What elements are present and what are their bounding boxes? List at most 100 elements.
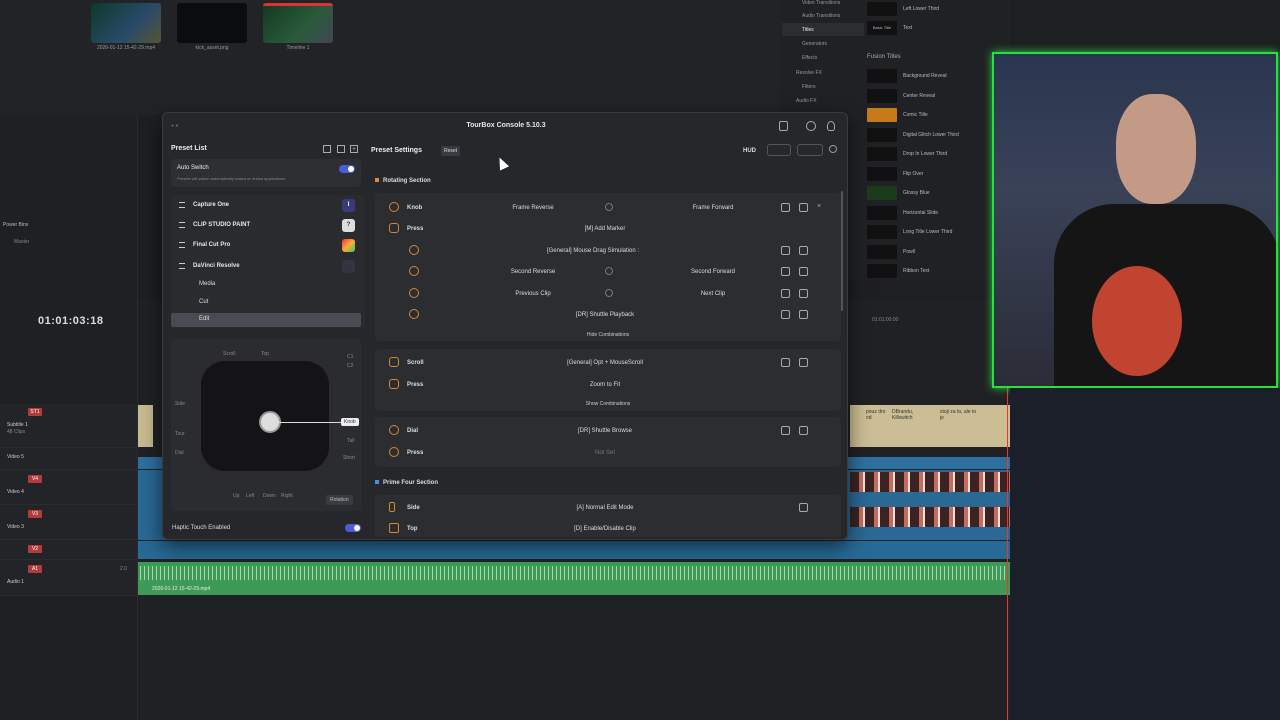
fusion-title-item[interactable]: Background Reveal [867, 67, 982, 84]
timecode-display: 01:01:03:18 [38, 315, 104, 327]
sub-preset-edit-selected[interactable]: Edit [171, 313, 361, 327]
fusion-title-item[interactable]: Powll [867, 243, 982, 260]
person-head [1116, 94, 1196, 204]
clip-thumbnail[interactable] [177, 3, 247, 43]
title-preview-swatch [867, 205, 897, 220]
side-row[interactable]: Side [A] Normal Edit Mode [383, 498, 845, 518]
hud-action-icon[interactable] [799, 267, 808, 276]
fusion-title-item[interactable]: Glossy Blue [867, 184, 982, 201]
hud-action-icon[interactable] [799, 358, 808, 367]
edit-action-icon[interactable] [781, 203, 790, 212]
reset-button[interactable]: Reset [441, 146, 461, 156]
subtitle-clip[interactable]: pouz dro od [866, 409, 888, 421]
knob-group: Knob Frame Reverse Frame Forward × Press… [375, 193, 841, 341]
preset-capture-one[interactable]: Capture One I [171, 197, 361, 215]
user-icon[interactable] [779, 121, 788, 131]
combo-icon [409, 245, 419, 255]
rotation-button[interactable]: Rotation [326, 495, 353, 505]
scroll-press-row[interactable]: Press Zoom to Fit [383, 375, 845, 395]
fx-item[interactable]: Basic Title Text [867, 19, 982, 36]
track-header-subtitle: ST1 Subtitle 1 48 Clips [0, 404, 137, 448]
dial-press-row[interactable]: Press Not Set [383, 443, 845, 463]
fx-item[interactable]: Left Lower Third [867, 0, 982, 17]
hud-action-icon[interactable] [799, 503, 808, 512]
title-preview-swatch [867, 225, 897, 239]
fusion-title-item[interactable]: Flip Over [867, 165, 982, 182]
hud-action-icon[interactable] [799, 289, 808, 298]
preset-settings-title: Preset Settings [371, 147, 422, 154]
top-row[interactable]: Top [D] Enable/Disable Clip [383, 519, 845, 539]
subtitle-clip[interactable]: stoji za to, ale to je [940, 409, 980, 421]
fusion-title-item[interactable]: Ribbon Text [867, 262, 982, 279]
knob-press-row[interactable]: Press [M] Add Marker [383, 219, 845, 239]
settings-icon[interactable] [806, 121, 816, 131]
edit-action-icon[interactable] [781, 426, 790, 435]
add-preset-icon[interactable]: + [350, 145, 358, 153]
hud-toggle-1[interactable] [767, 144, 791, 156]
fusion-title-item[interactable]: Long Title Lower Third [867, 223, 982, 240]
fusion-title-item[interactable]: Comic Title [867, 106, 982, 123]
knob-highlight[interactable] [259, 411, 281, 433]
knob-pointer-line [279, 422, 343, 423]
fx-nav-effects[interactable]: Effects [802, 55, 817, 61]
fx-nav-video-transitions[interactable]: Video Transitions [802, 0, 840, 6]
combo-row-clip[interactable]: Previous Clip Next Clip [383, 284, 845, 304]
preset-final-cut-pro[interactable]: Final Cut Pro [171, 237, 361, 255]
close-icon[interactable]: × [817, 203, 821, 210]
fx-nav-audio-fx[interactable]: Audio FX [796, 98, 817, 104]
fx-nav-filters[interactable]: Filters [802, 84, 816, 90]
video2-clip[interactable] [138, 541, 1010, 559]
scroll-row[interactable]: Scroll [General] Opt + MouseScroll [383, 353, 845, 373]
edit-action-icon[interactable] [781, 267, 790, 276]
help-icon[interactable] [829, 145, 837, 153]
track-badge[interactable]: V2 [28, 545, 42, 553]
fx-nav-generators[interactable]: Generators [802, 41, 827, 47]
edit-action-icon[interactable] [781, 310, 790, 319]
haptic-toggle[interactable] [345, 524, 361, 532]
edit-icon[interactable] [337, 145, 345, 153]
combo-row-shuttle[interactable]: [DR] Shuttle Playback [383, 305, 845, 325]
preset-davinci-resolve[interactable]: DaVinci Resolve [171, 258, 361, 276]
final-cut-app-icon [342, 239, 355, 252]
track-badge[interactable]: V4 [28, 475, 42, 483]
preset-settings-panel: Preset Settings Reset HUD Rotating Secti… [369, 141, 843, 537]
edit-action-icon[interactable] [781, 289, 790, 298]
scrollbar[interactable] [841, 191, 843, 311]
hud-toggle-2[interactable] [797, 144, 823, 156]
combo-row-drag[interactable]: [General] Mouse Drag Simulation : [383, 241, 845, 261]
dial-row[interactable]: Dial [DR] Shuttle Browse [383, 421, 845, 441]
title-preview-swatch [867, 147, 897, 161]
clip-thumbnail[interactable] [91, 3, 161, 43]
auto-switch-toggle[interactable] [339, 165, 355, 173]
edit-action-icon[interactable] [781, 358, 790, 367]
fx-nav-resolve-fx[interactable]: Resolve FX [796, 70, 822, 76]
hud-action-icon[interactable] [799, 310, 808, 319]
combo-row-second[interactable]: Second Reverse Second Forward [383, 262, 845, 282]
show-combinations-link[interactable]: Show Combinations [375, 401, 841, 407]
fusion-title-item[interactable]: Center Reveal [867, 87, 982, 104]
lightbulb-icon[interactable] [827, 121, 835, 131]
export-icon[interactable] [323, 145, 331, 153]
timeline-thumbnail[interactable] [263, 3, 333, 43]
fusion-title-item[interactable]: Drop In Lower Third [867, 145, 982, 162]
sub-preset-media[interactable]: Media [171, 278, 361, 292]
knob-row[interactable]: Knob Frame Reverse Frame Forward × [383, 198, 845, 218]
hud-action-icon[interactable] [799, 426, 808, 435]
fx-nav-audio-transitions[interactable]: Audio Transitions [802, 13, 840, 19]
track-badge[interactable]: ST1 [28, 408, 42, 416]
preset-clip-studio-paint[interactable]: CLIP STUDIO PAINT? [171, 217, 361, 235]
fx-nav-titles[interactable]: Titles [802, 27, 814, 33]
hud-action-icon[interactable] [799, 203, 808, 212]
sub-preset-cut[interactable]: Cut [171, 296, 361, 310]
track-badge[interactable]: A1 [28, 565, 42, 573]
subtitle-clip[interactable]: DBrandu, Killswitch [892, 409, 932, 421]
track-badge[interactable]: V3 [28, 510, 42, 518]
fusion-title-item[interactable]: Horizontal Slide [867, 204, 982, 221]
subtitle-clip-strip[interactable] [138, 405, 153, 447]
fx-nav-titles-selected[interactable] [782, 23, 864, 36]
fusion-title-item[interactable]: Digital Glitch Lower Third [867, 126, 982, 143]
hud-action-icon[interactable] [799, 246, 808, 255]
edit-action-icon[interactable] [781, 246, 790, 255]
hide-combinations-link[interactable]: Hide Combinations [375, 332, 841, 338]
master-bin[interactable]: Master [14, 239, 29, 245]
